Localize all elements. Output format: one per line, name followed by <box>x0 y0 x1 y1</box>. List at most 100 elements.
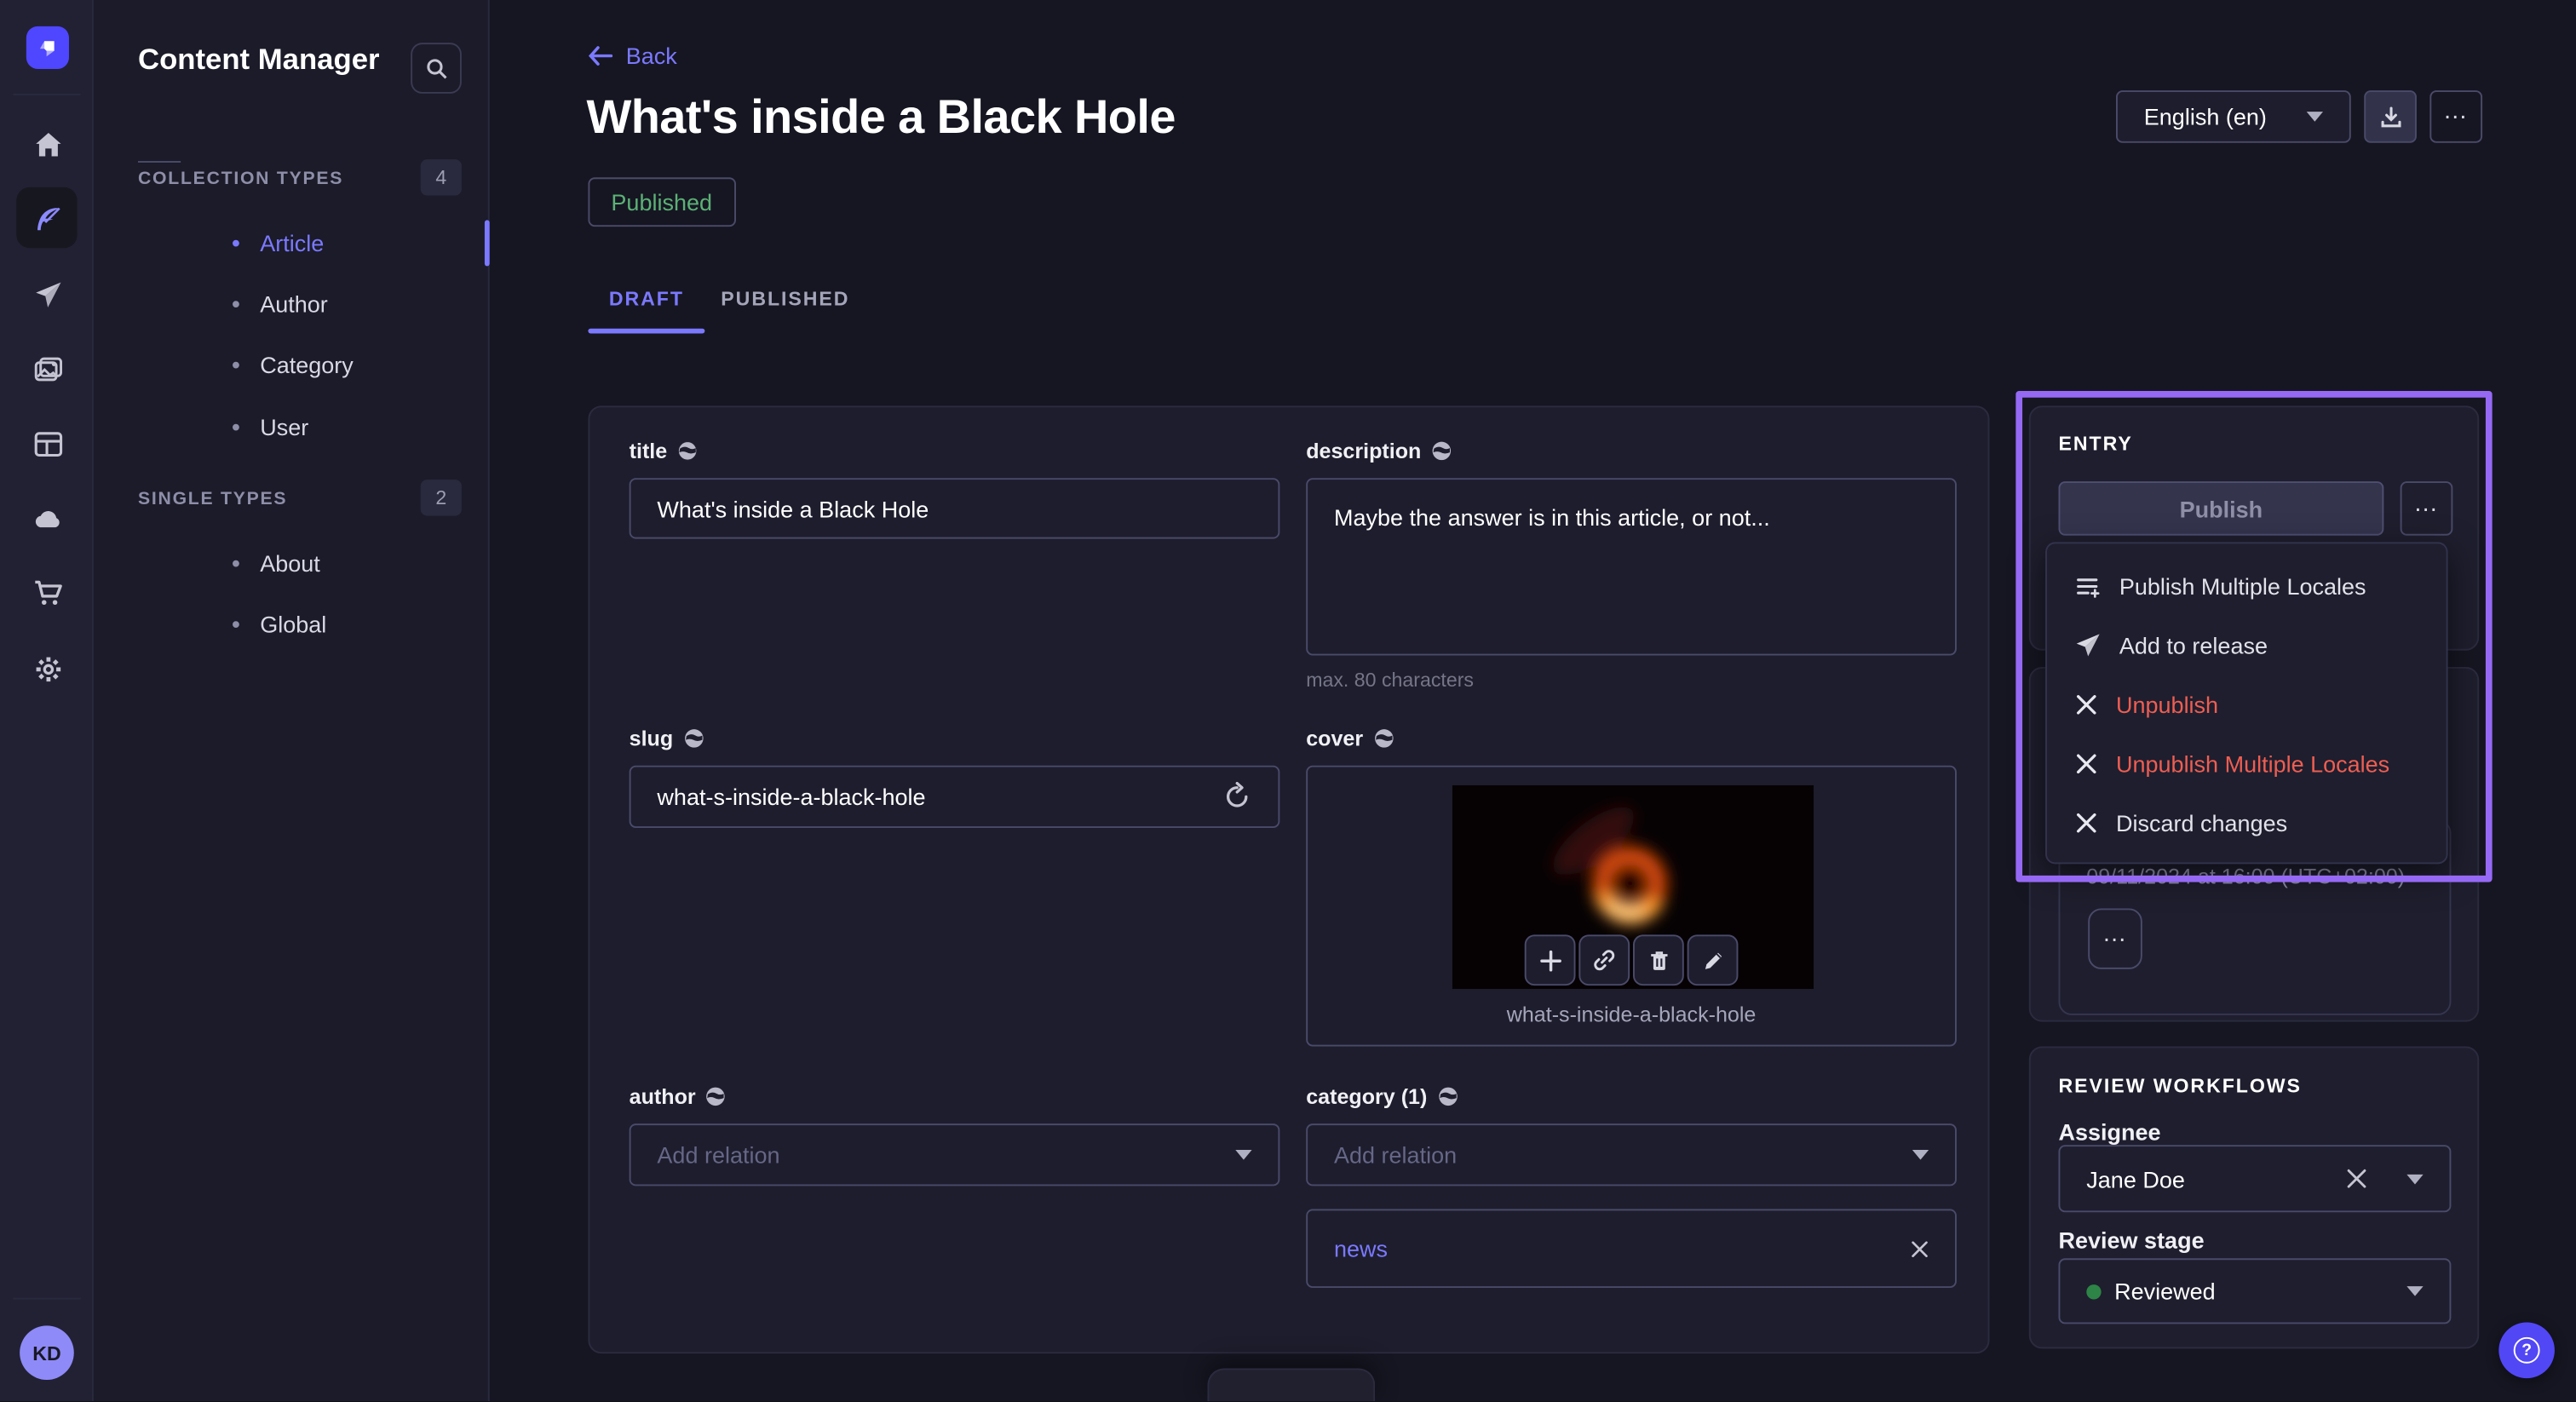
assignee-value: Jane Doe <box>2086 1165 2185 1192</box>
author-placeholder: Add relation <box>657 1141 779 1168</box>
back-link[interactable]: Back <box>588 43 676 69</box>
globe-icon <box>1373 727 1394 749</box>
bullet-icon: • <box>232 612 240 636</box>
globe-icon <box>677 440 699 462</box>
avatar[interactable]: KD <box>20 1325 74 1380</box>
entry-heading: ENTRY <box>2059 432 2133 455</box>
releases-send-icon[interactable] <box>32 278 65 311</box>
stage-value: Reviewed <box>2114 1278 2216 1304</box>
settings-gear-icon[interactable] <box>32 652 65 686</box>
relation-item-news: news <box>1306 1209 1957 1288</box>
cross-icon <box>2075 693 2098 716</box>
assignee-combobox[interactable]: Jane Doe <box>2059 1145 2452 1212</box>
edit-media-button[interactable] <box>1688 934 1739 985</box>
status-badge: Published <box>588 177 735 227</box>
regenerate-slug-button[interactable] <box>1222 782 1256 815</box>
menu-item-discard-changes[interactable]: Discard changes <box>2047 794 2447 853</box>
question-mark-icon: ? <box>2514 1337 2540 1364</box>
remove-relation-icon[interactable] <box>1911 1239 1929 1257</box>
tab-active-underline <box>588 329 704 334</box>
collection-types-heading: COLLECTION TYPES <box>138 170 343 189</box>
bullet-icon: • <box>232 291 240 316</box>
delete-media-button[interactable] <box>1633 934 1684 985</box>
help-button[interactable]: ? <box>2498 1323 2555 1379</box>
collection-types-count-badge: 4 <box>421 159 462 195</box>
review-workflows-heading: REVIEW WORKFLOWS <box>2059 1074 2302 1097</box>
search-button[interactable] <box>411 43 462 94</box>
entry-more-button[interactable]: … <box>2401 481 2453 536</box>
schedule-more-button[interactable]: … <box>2088 909 2142 969</box>
review-workflows-card: REVIEW WORKFLOWS Assignee Jane Doe Revie… <box>2029 1047 2479 1349</box>
cover-actions <box>1525 934 1739 985</box>
publish-button[interactable]: Publish <box>2059 481 2384 536</box>
copy-link-button[interactable] <box>1578 934 1630 985</box>
chevron-down-icon <box>2406 1286 2423 1296</box>
description-hint: max. 80 characters <box>1306 669 1474 692</box>
home-icon[interactable] <box>32 128 65 161</box>
sidebar-item-article[interactable]: • Article <box>232 220 543 266</box>
rail-divider-bottom <box>13 1298 80 1300</box>
content-manager-feather-icon[interactable] <box>32 202 65 235</box>
relation-link[interactable]: news <box>1334 1235 1388 1261</box>
app-root: KD Content Manager COLLECTION TYPES 4 • … <box>0 0 2576 1401</box>
add-media-button[interactable] <box>1525 934 1576 985</box>
sidebar-item-about[interactable]: • About <box>232 541 543 587</box>
sidebar-item-category[interactable]: • Category <box>232 342 543 388</box>
cover-filename: what-s-inside-a-black-hole <box>1308 1002 1955 1026</box>
nav-rail: KD <box>0 0 94 1401</box>
subnav: Content Manager COLLECTION TYPES 4 • Art… <box>94 0 490 1401</box>
menu-item-unpublish[interactable]: Unpublish <box>2047 675 2447 734</box>
assignee-label: Assignee <box>2059 1118 2161 1145</box>
bullet-icon: • <box>232 551 240 576</box>
bullet-icon: • <box>232 415 240 440</box>
search-icon <box>425 57 448 80</box>
category-placeholder: Add relation <box>1334 1141 1457 1168</box>
menu-item-unpublish-multiple-locales[interactable]: Unpublish Multiple Locales <box>2047 734 2447 793</box>
description-field-label: description <box>1306 439 1452 463</box>
plus-icon <box>1538 949 1561 972</box>
locale-select[interactable]: English (en) <box>2116 90 2351 143</box>
trash-icon <box>1647 949 1670 972</box>
list-plus-icon <box>2075 573 2102 600</box>
menu-item-add-to-release[interactable]: Add to release <box>2047 616 2447 675</box>
cover-field-label: cover <box>1306 726 1394 750</box>
subnav-divider <box>138 161 181 163</box>
marketplace-cart-icon[interactable] <box>32 577 65 610</box>
review-stage-label: Review stage <box>2059 1227 2205 1254</box>
description-textarea[interactable]: Maybe the answer is in this article, or … <box>1306 478 1957 655</box>
slug-input[interactable] <box>630 766 1280 828</box>
media-library-icon[interactable] <box>32 353 65 387</box>
menu-item-publish-multiple-locales[interactable]: Publish Multiple Locales <box>2047 557 2447 616</box>
cloud-icon[interactable] <box>32 503 65 536</box>
scheduled-date: 09/11/2024 at 16:00 (UTC+02:00) <box>2086 864 2405 888</box>
sidebar-item-user[interactable]: • User <box>232 404 543 450</box>
clear-assignee-icon[interactable] <box>2346 1168 2367 1189</box>
chevron-down-icon <box>1912 1150 1929 1160</box>
cross-icon <box>2075 812 2098 835</box>
review-stage-combobox[interactable]: Reviewed <box>2059 1258 2452 1324</box>
tab-published[interactable]: PUBLISHED <box>704 269 865 328</box>
export-button[interactable] <box>2364 90 2417 143</box>
chevron-down-icon <box>2307 112 2323 122</box>
avatar-initials: KD <box>32 1342 60 1365</box>
bullet-icon: • <box>232 353 240 377</box>
sidebar-item-author[interactable]: • Author <box>232 281 543 327</box>
title-input[interactable] <box>630 478 1280 538</box>
subnav-title: Content Manager <box>138 43 380 78</box>
header-more-button[interactable]: … <box>2429 90 2482 143</box>
author-relation-select[interactable]: Add relation <box>630 1123 1280 1186</box>
cross-icon <box>2075 752 2098 775</box>
sidebar-item-global[interactable]: • Global <box>232 601 543 647</box>
send-icon <box>2075 633 2102 659</box>
globe-icon <box>705 1086 727 1107</box>
globe-icon <box>683 727 704 749</box>
content-type-builder-icon[interactable] <box>32 427 65 460</box>
single-types-heading: SINGLE TYPES <box>138 490 287 509</box>
category-relation-select[interactable]: Add relation <box>1306 1123 1957 1186</box>
tab-draft[interactable]: DRAFT <box>588 269 704 328</box>
cover-media-box: what-s-inside-a-black-hole <box>1306 766 1957 1047</box>
download-icon <box>2378 104 2403 129</box>
chevron-down-icon <box>2406 1174 2423 1184</box>
strapi-logo[interactable] <box>26 26 69 69</box>
stage-dot <box>2086 1284 2101 1298</box>
